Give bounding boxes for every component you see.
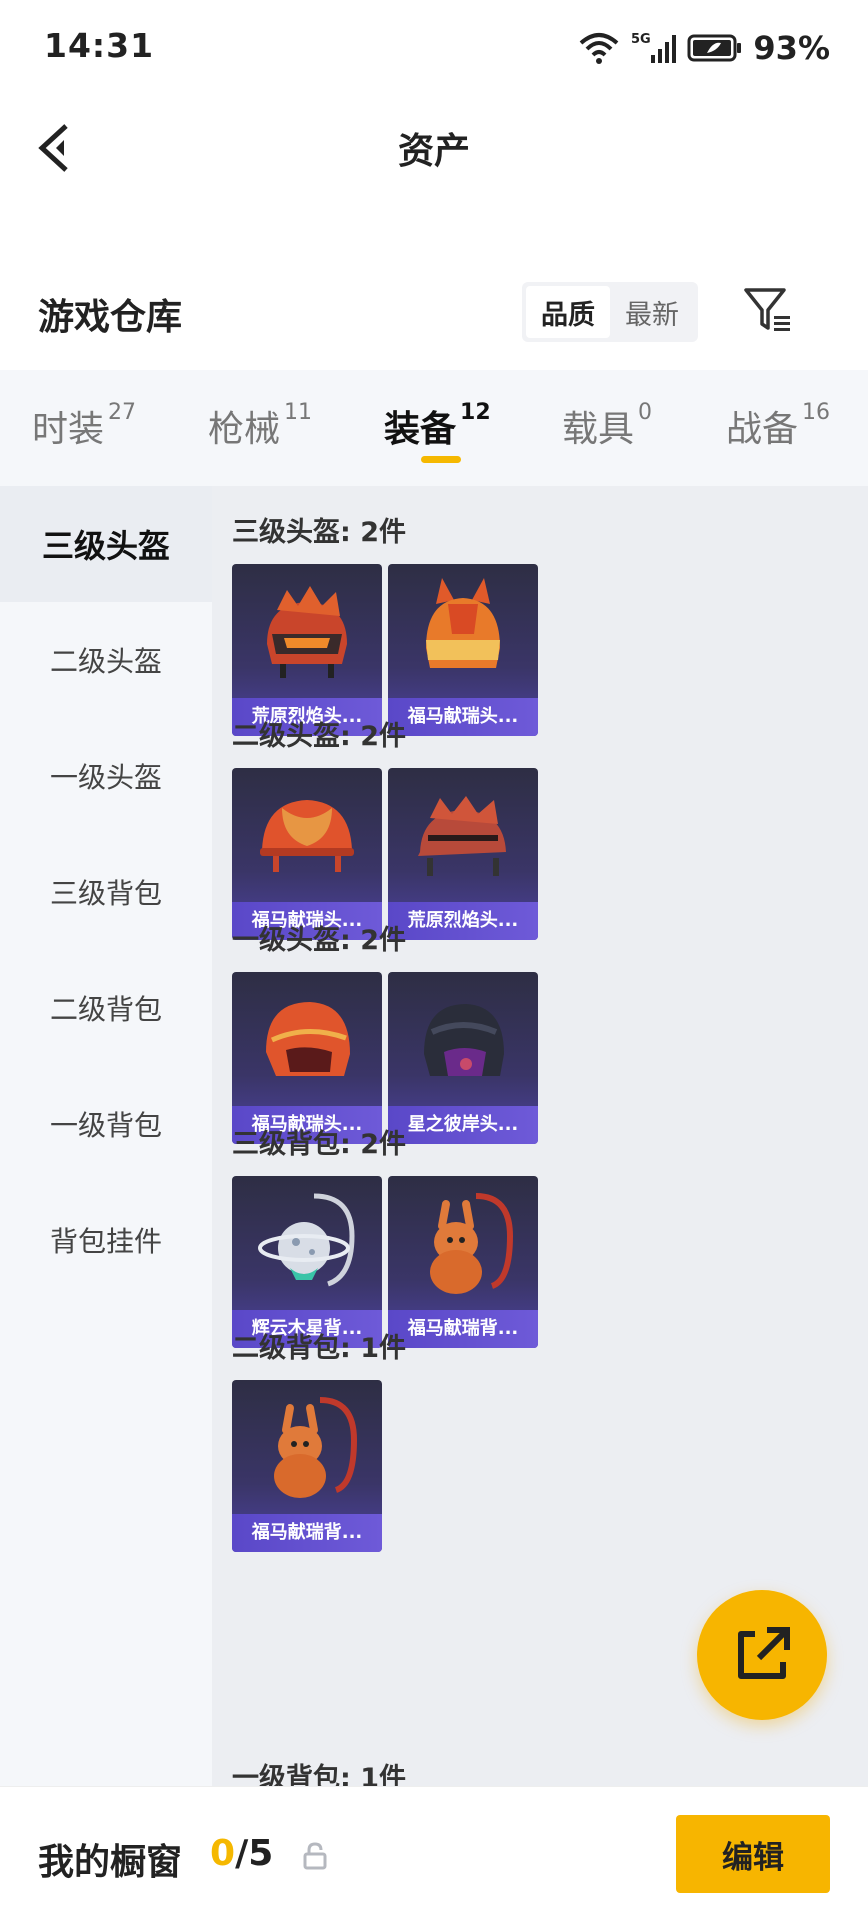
group-title: 一级背包: 1件 [232, 1763, 406, 1786]
showcase-label: 我的橱窗 [38, 1842, 183, 1883]
battery-percent: 93% [753, 29, 830, 67]
red-flame-helmet-icon [418, 796, 506, 876]
tab-label: 装备 [384, 409, 457, 450]
item-card[interactable]: 福马献瑞头... [232, 972, 382, 1144]
red-flame-helmet-icon [267, 586, 347, 678]
tab-count: 12 [460, 400, 491, 425]
dark-helmet-icon [424, 1004, 504, 1076]
item-card[interactable]: 辉云木星背... [232, 1176, 382, 1348]
group-title: 三级背包: 2件 [232, 1129, 406, 1160]
tab-count: 0 [638, 400, 653, 425]
tab-count: 16 [802, 400, 831, 425]
tab-gear[interactable]: 战备 16 [726, 400, 830, 452]
section-title: 游戏仓库 [38, 297, 183, 338]
cellular-signal-icon: 5G [631, 32, 677, 63]
lock-icon [303, 1842, 327, 1870]
rabbit-backpack-icon [430, 1193, 514, 1294]
group-title: 二级头盔: 2件 [232, 721, 406, 752]
showcase-bar: 我的橱窗 0/5 编辑 [0, 1786, 868, 1920]
sidebar-item-level1-helmet[interactable]: 一级头盔 [0, 718, 212, 834]
horse-helmet-icon [426, 578, 500, 668]
planet-backpack-icon [258, 1193, 355, 1287]
tab-vehicles[interactable]: 载具 0 [562, 400, 652, 452]
red-motorcycle-helmet-icon [266, 1002, 350, 1076]
item-name: 福马献瑞背... [388, 1310, 538, 1348]
tab-label: 枪械 [208, 409, 281, 450]
svg-text:5G: 5G [631, 32, 651, 47]
active-tab-indicator [421, 456, 461, 463]
red-helmet-icon [260, 800, 354, 872]
tab-count: 27 [108, 400, 137, 425]
share-fab-button[interactable] [697, 1590, 827, 1720]
rabbit-backpack-icon [274, 1397, 358, 1498]
showcase-count: 0/5 [210, 1833, 273, 1874]
page-title: 资产 [397, 131, 470, 172]
sidebar-item-level3-backpack[interactable]: 三级背包 [0, 834, 212, 950]
tab-label: 时装 [32, 409, 105, 450]
share-icon [738, 1627, 790, 1679]
showcase-total: /5 [235, 1833, 274, 1874]
item-card[interactable]: 福马献瑞背... [232, 1380, 382, 1552]
wifi-icon [580, 33, 619, 64]
subcategory-sidebar: 三级头盔 二级头盔 一级头盔 三级背包 二级背包 一级背包 背包挂件 [0, 486, 212, 1786]
tab-label: 战备 [726, 409, 799, 450]
category-tabs: 时装 27 枪械 11 装备 12 载具 0 战备 16 [0, 370, 868, 486]
sidebar-item-level1-backpack[interactable]: 一级背包 [0, 1066, 212, 1182]
sidebar-item-level2-helmet[interactable]: 二级头盔 [0, 602, 212, 718]
battery-icon [687, 34, 742, 62]
tab-label: 载具 [562, 409, 635, 450]
item-name: 星之彼岸头... [388, 1106, 538, 1144]
tab-equipment[interactable]: 装备 12 [384, 400, 491, 452]
item-card[interactable]: 福马献瑞头... [388, 564, 538, 736]
item-card[interactable]: 荒原烈焰头... [388, 768, 538, 940]
item-name: 福马献瑞背... [232, 1514, 382, 1552]
tab-costume[interactable]: 时装 27 [32, 400, 136, 452]
item-card[interactable]: 星之彼岸头... [388, 972, 538, 1144]
sidebar-item-backpack-charm[interactable]: 背包挂件 [0, 1182, 212, 1298]
item-card[interactable]: 福马献瑞头... [232, 768, 382, 940]
sidebar-item-level2-backpack[interactable]: 二级背包 [0, 950, 212, 1066]
showcase-current: 0 [210, 1833, 236, 1874]
sidebar-item-level3-helmet[interactable]: 三级头盔 [0, 486, 212, 602]
filter-icon[interactable] [742, 284, 794, 336]
group-title: 一级头盔: 2件 [232, 925, 406, 956]
status-bar: 14:31 5G 93% [0, 0, 868, 96]
group-title: 三级头盔: 2件 [232, 517, 406, 548]
item-name: 荒原烈焰头... [388, 902, 538, 940]
status-icons: 5G 93% [577, 28, 830, 68]
sort-toggle: 品质 最新 [522, 282, 698, 342]
tab-firearms[interactable]: 枪械 11 [208, 400, 312, 452]
sort-option-newest[interactable]: 最新 [610, 286, 694, 338]
sort-option-quality[interactable]: 品质 [526, 286, 610, 338]
item-card[interactable]: 福马献瑞背... [388, 1176, 538, 1348]
group-title: 二级背包: 1件 [232, 1333, 406, 1364]
status-time: 14:31 [44, 26, 155, 65]
edit-button[interactable]: 编辑 [676, 1815, 830, 1893]
item-name: 福马献瑞头... [388, 698, 538, 736]
item-card[interactable]: 荒原烈焰头... [232, 564, 382, 736]
tab-count: 11 [284, 400, 313, 425]
